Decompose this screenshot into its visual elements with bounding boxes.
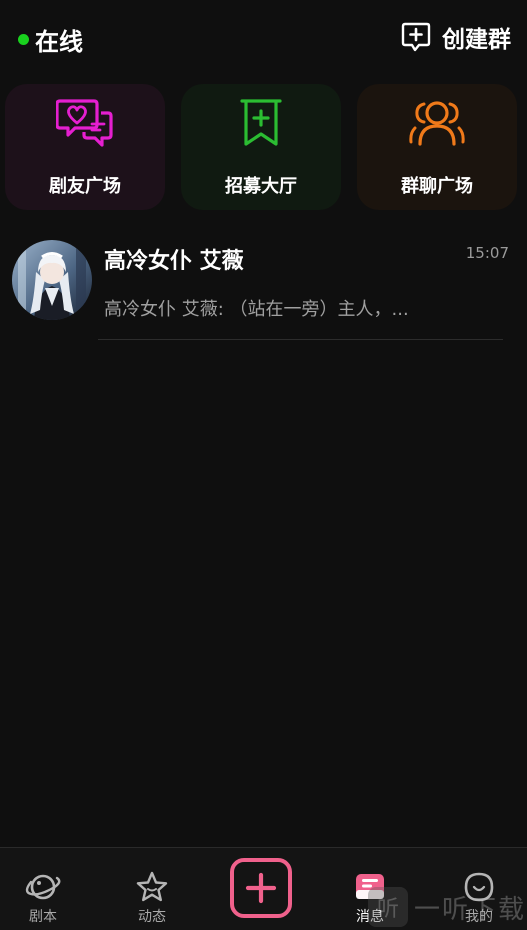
tile-label: 招募大厅 [225, 176, 297, 197]
chat-time: 15:07 [465, 244, 509, 262]
create-plus-button[interactable] [230, 858, 292, 918]
tile-label: 剧友广场 [49, 176, 121, 197]
tile-group-plaza[interactable]: 群聊广场 [357, 84, 517, 210]
tab-script[interactable]: 剧本 [0, 848, 93, 930]
create-group-button[interactable]: 创建群 [400, 20, 511, 54]
tile-label: 群聊广场 [401, 176, 473, 197]
tile-fan-plaza[interactable]: 剧友广场 [5, 84, 165, 210]
watermark-glyph: 听 [368, 887, 408, 927]
group-icon [409, 101, 465, 146]
tab-moments[interactable]: 动态 [102, 848, 202, 930]
create-group-label: 创建群 [442, 27, 511, 53]
add-chat-icon [401, 22, 431, 52]
chat-heart-icon [56, 99, 113, 147]
watermark-text: 一听下载 [414, 894, 527, 925]
chat-preview: 高冷女仆 艾薇: （站在一旁）主人，... [104, 299, 409, 320]
online-dot-icon [18, 34, 29, 45]
star-icon [136, 871, 168, 902]
chat-list-item[interactable]: 高冷女仆 艾薇 15:07 高冷女仆 艾薇: （站在一旁）主人，... [0, 236, 527, 340]
status-label: 在线 [35, 28, 83, 56]
plus-icon [245, 872, 277, 904]
online-status: 在线 [18, 22, 83, 57]
watermark-logo: 听 一听下载 [368, 884, 527, 930]
tab-label: 动态 [138, 909, 166, 925]
avatar[interactable] [12, 240, 92, 320]
planet-icon [25, 874, 61, 900]
tab-label: 剧本 [29, 909, 57, 925]
top-header: 在线 创建群 [0, 0, 527, 76]
tile-recruit-hall[interactable]: 招募大厅 [181, 84, 341, 210]
chat-name: 高冷女仆 艾薇 [104, 249, 244, 274]
feature-tiles: 剧友广场 招募大厅 群聊广场 [5, 84, 522, 210]
list-divider [98, 339, 503, 340]
bookmark-plus-icon [240, 99, 282, 146]
